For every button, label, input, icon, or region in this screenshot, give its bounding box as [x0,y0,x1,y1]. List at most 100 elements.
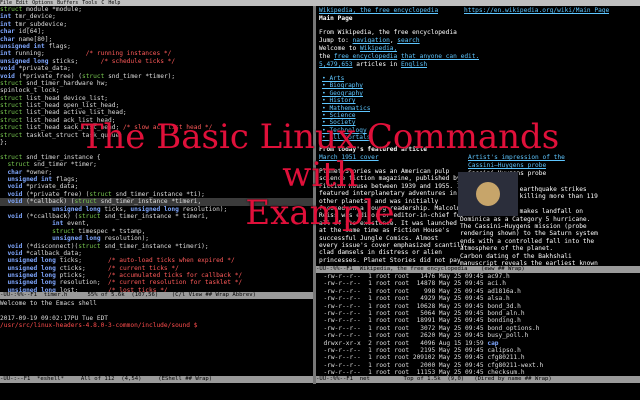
featured-line: all of its existence. It was launched [319,219,457,227]
dired-row-meta: -rw-r--r-- 1 root root 4929 May 25 09:45 [316,295,488,303]
code-token: /* schedule ticks */ [100,57,176,65]
article-count-link[interactable]: 5,479,653 [319,61,353,68]
dired-row[interactable]: drwxr-xr-x 2 root root 4096 Aug 15 19:59… [316,340,640,347]
dired-row[interactable]: -rw-r--r-- 1 root root 1476 May 25 09:45… [316,273,640,280]
minibuffer[interactable] [0,384,640,400]
dired-row[interactable]: -rw-r--r-- 1 root root 209102 May 25 09:… [316,354,640,361]
featured-image-link[interactable]: March 1951 cover [319,154,379,161]
page-url-link[interactable]: https://en.wikipedia.org/wiki/Main_Page [464,7,609,14]
eww-browser-pane[interactable]: Wikipedia, the free encyclopedia https:/… [316,6,640,266]
dired-filename[interactable]: ad1816a.h [487,288,521,295]
code-token: void [0,65,19,73]
code-token: ticks; [59,257,109,265]
dired-filename[interactable]: cap [487,340,498,347]
portal-link[interactable]: • Arts [322,75,344,82]
code-token: struct [78,242,105,250]
code-token: struct [0,227,79,235]
wikipedia-link[interactable]: Wikipedia, [360,45,397,52]
dired-filename[interactable]: bond_aln.h [487,310,524,317]
dired-filename[interactable]: bond_3d.h [487,303,521,310]
code-token: (*callback) ( [26,198,75,206]
dired-row-meta: -rw-r--r-- 1 root root 10628 May 25 09:4… [316,302,488,310]
free-encyclopedia-link[interactable]: free encyclopedia [334,53,397,60]
news-line: atmosphere of the planet. [460,245,554,253]
code-line: int tmr_device; [0,13,313,20]
code-token: struct [74,198,101,206]
saturn-image[interactable] [458,172,518,216]
dired-filename[interactable]: calipso.h [487,347,521,354]
dired-row-meta: -rw-r--r-- 1 root root 1476 May 25 09:45 [316,273,488,280]
dired-row[interactable]: -rw-r--r-- 1 root root 2000 May 25 09:45… [316,362,640,369]
featured-line: at the same time as Fiction House's [319,227,450,235]
dired-filename[interactable]: bonding.h [487,317,521,324]
dired-filename[interactable]: cfg80211.h [487,354,524,361]
eshell-pane[interactable]: Welcome to the Emacs shell 2017-09-19 09… [0,300,313,376]
dired-row-meta: -rw-r--r-- 1 root root 2195 May 25 09:45 [316,346,488,354]
code-token: void [0,190,27,198]
dired-filename[interactable]: cfg80211-wext.h [487,362,543,369]
dired-row[interactable]: -rw-r--r-- 1 root root 2195 May 25 09:45… [316,347,640,354]
news-line: ends with a controlled fall into the [460,237,595,245]
featured-line: Planet Stories was an American pulp [319,168,450,175]
portal-link[interactable]: • History [322,97,356,104]
dired-row[interactable]: -rw-r--r-- 1 root root 3072 May 25 09:45… [316,325,640,332]
dired-row[interactable]: -rw-r--r-- 1 root root 11153 May 25 09:4… [316,369,640,376]
news-line: rendering shown) to the Saturn system [460,230,598,238]
english-link[interactable]: English [401,61,427,68]
shell-line: 2017-09-19 09:02:17PU Tue EDT [0,314,109,322]
code-token: list_head active_list_head; [26,109,127,117]
dired-row[interactable]: -rw-r--r-- 1 root root 5064 May 25 09:45… [316,310,640,317]
code-token: struct [0,94,27,102]
code-line: }; [0,139,313,146]
code-token: snd_timer_instance { [26,153,101,161]
code-token: unsigned long [0,272,60,280]
code-line: struct list_head sack_list_head; /* slow… [0,124,313,131]
code-line: void (*private_free) (struct snd_timer *… [0,73,313,80]
portal-link[interactable]: • Science [322,112,356,119]
dired-row[interactable]: -rw-r--r-- 1 root root 998 May 25 09:45 … [316,288,640,295]
shell-prompt[interactable]: /usr/src/linux-headers-4.8.0-3-common/in… [0,322,313,329]
dired-row[interactable]: -rw-r--r-- 1 root root 2620 May 25 09:45… [316,332,640,339]
dired-filename[interactable]: busy_poll.h [487,332,528,339]
portal-link[interactable]: • Society [322,119,356,126]
dired-row[interactable]: -rw-r--r-- 1 root root 18991 May 25 09:4… [316,317,640,324]
code-token: /* running instances */ [85,50,172,58]
code-token: (*private_free) ( [26,190,90,198]
dired-filename[interactable]: checksum.h [487,369,524,376]
shell-line: Welcome to the Emacs shell [0,300,97,307]
portal-link[interactable]: • Mathematics [322,105,370,112]
jump-search-link[interactable]: search [397,37,419,44]
anyone-can-edit-link[interactable]: that anyone can edit. [401,53,479,60]
code-token: flags; [55,175,79,183]
caption-link[interactable]: Artist's impression of the [468,154,565,161]
dired-filename[interactable]: bond_options.h [487,325,539,332]
code-line: spinlock_t lock; [0,87,313,94]
news-line: Carbon dating of the Bakhshali [460,252,572,260]
code-editor-pane[interactable]: struct module *module; int tmr_device; int… [0,6,313,292]
dired-row-meta: -rw-r--r-- 1 root root 2620 May 25 09:45 [316,332,488,340]
portal-link[interactable]: • All portals [322,134,370,141]
browser-mode-line: -UU-:%%--F1 Wikipedia, the free encyclop… [316,266,640,273]
code-token: unsigned long [0,205,105,213]
dired-row[interactable]: -rw-r--r-- 1 root root 4929 May 25 09:45… [316,295,640,302]
code-line: struct tasklet_struct task_queue; [0,132,313,139]
jump-navigation-link[interactable]: navigation [353,37,390,44]
portal-link[interactable]: • Technology [322,127,367,134]
article-count-suffix: articles in [356,61,398,68]
page-title-link[interactable]: Wikipedia, the free encyclopedia [319,7,438,14]
featured-heading: From today's featured article [319,146,428,153]
dired-row[interactable]: -rw-r--r-- 1 root root 10628 May 25 09:4… [316,303,640,310]
code-token: char [0,28,19,36]
dired-filename[interactable]: aci.h [487,280,506,287]
news-line: Dominica as a Category 5 hurricane. [460,215,591,223]
dired-row[interactable]: -rw-r--r-- 1 root root 14878 May 25 09:4… [316,280,640,287]
portal-link[interactable]: • Biography [322,82,363,89]
dired-filename[interactable]: ac97.h [487,273,509,280]
news-line: The Cassini–Huygens mission (probe [460,223,587,230]
code-token: void [0,249,27,257]
portal-link[interactable]: • Geography [322,90,363,97]
caption-link-2[interactable]: Cassini–Huygens probe [468,162,546,169]
dired-listing-pane[interactable]: -rw-r--r-- 1 root root 1476 May 25 09:45… [316,273,640,376]
dired-filename[interactable]: alsa.h [487,295,509,302]
